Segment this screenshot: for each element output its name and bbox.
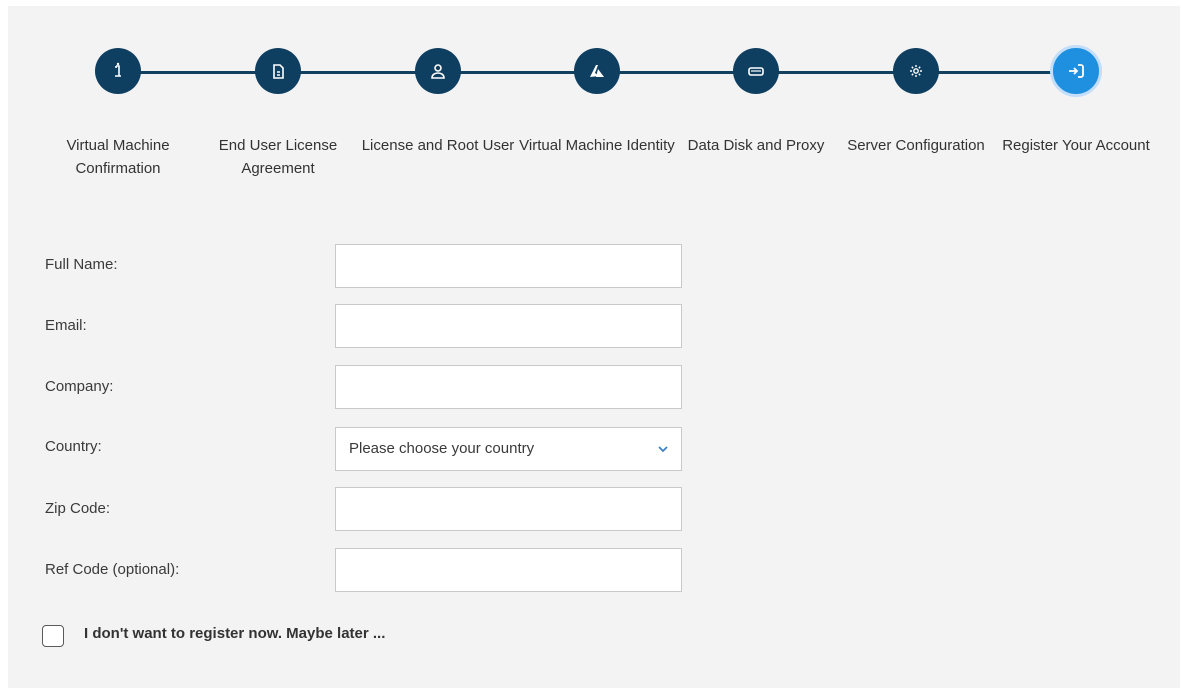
email-input[interactable] [335, 304, 682, 348]
chevron-down-icon [658, 446, 668, 453]
step-label: Data Disk and Proxy [687, 137, 825, 154]
step-data-disk-and-proxy[interactable]: Data Disk and Proxy [676, 48, 836, 157]
step-label: Server Configuration [847, 137, 985, 154]
disk-icon [733, 48, 779, 94]
country-select[interactable]: Please choose your country [335, 427, 682, 471]
company-input[interactable] [335, 365, 682, 409]
step-end-user-license-agreement[interactable]: End User License Agreement [198, 48, 358, 180]
country-label: Country: [45, 438, 102, 455]
ref-code-label: Ref Code (optional): [45, 561, 180, 578]
sign-in-icon [1050, 45, 1102, 97]
info-icon [95, 48, 141, 94]
step-label: Virtual Machine Confirmation [66, 137, 170, 177]
skip-registration-checkbox[interactable] [42, 625, 64, 647]
user-icon [415, 48, 461, 94]
step-virtual-machine-identity[interactable]: Virtual Machine Identity [517, 48, 677, 157]
document-icon [255, 48, 301, 94]
azure-icon [574, 48, 620, 94]
full-name-input[interactable] [335, 244, 682, 288]
step-server-configuration[interactable]: Server Configuration [836, 48, 996, 157]
skip-registration-label[interactable]: I don't want to register now. Maybe late… [84, 625, 385, 642]
company-label: Company: [45, 378, 114, 395]
step-label: Register Your Account [1002, 137, 1150, 154]
email-label: Email: [45, 317, 87, 334]
ref-code-input[interactable] [335, 548, 682, 592]
zip-code-input[interactable] [335, 487, 682, 531]
step-license-and-root-user[interactable]: License and Root User [358, 48, 518, 157]
step-label: Virtual Machine Identity [519, 137, 675, 154]
country-select-value: Please choose your country [349, 440, 535, 457]
step-virtual-machine-confirmation[interactable]: Virtual Machine Confirmation [38, 48, 198, 180]
zip-code-label: Zip Code: [45, 500, 111, 517]
step-label: End User License Agreement [218, 137, 338, 177]
full-name-label: Full Name: [45, 256, 118, 273]
gear-icon [893, 48, 939, 94]
step-label: License and Root User [361, 137, 515, 154]
step-register-your-account[interactable]: Register Your Account [996, 45, 1156, 157]
